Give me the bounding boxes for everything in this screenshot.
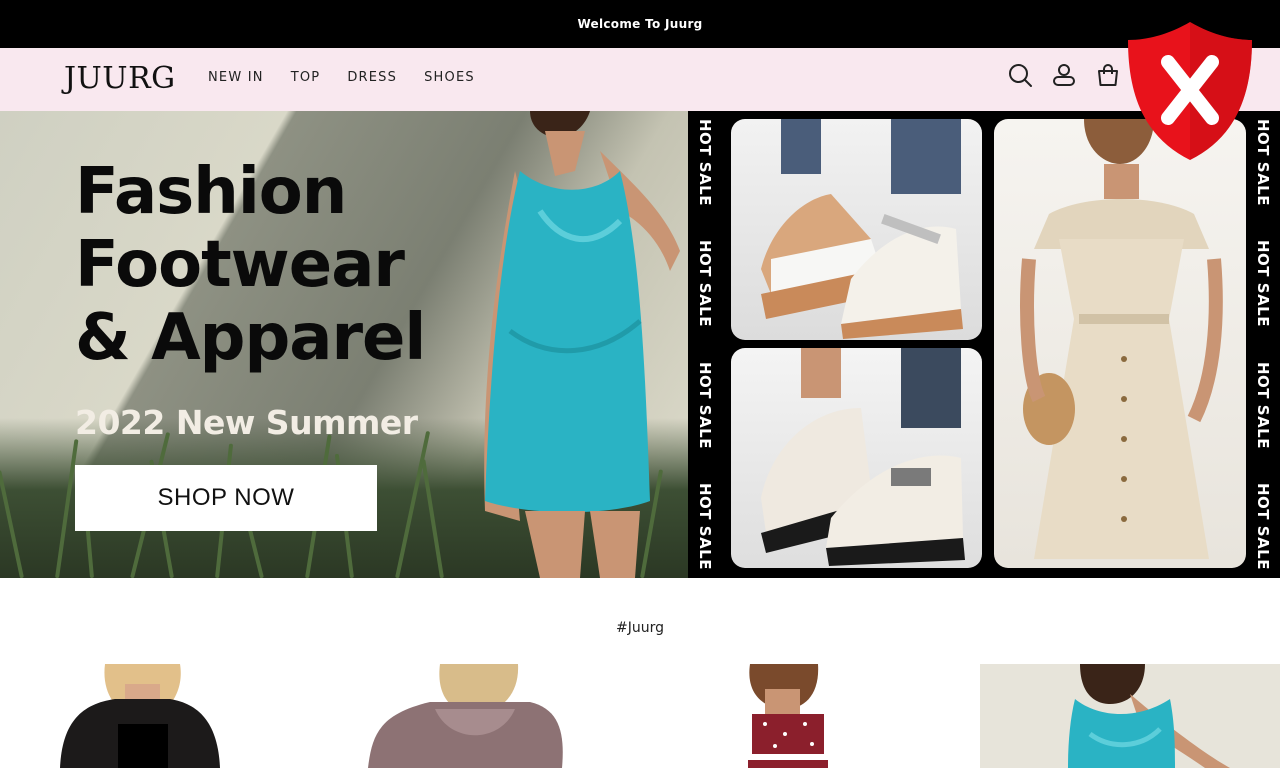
section-tag: #Juurg (615, 620, 664, 636)
hot-sale-label: HOT SALE (696, 482, 714, 570)
hot-sale-label: HOT SALE (1254, 482, 1272, 570)
hot-sale-strip-left: HOT SALE HOT SALE HOT SALE HOT SALE (688, 111, 722, 578)
announcement-text: Welcome To Juurg (577, 17, 703, 31)
hot-sale-label: HOT SALE (1254, 240, 1272, 328)
strappy-sandal-image[interactable] (731, 348, 982, 568)
hero-right-collage: HOT SALE HOT SALE HOT SALE HOT SALE HOT … (688, 111, 1280, 578)
wedge-sandal-image[interactable] (731, 119, 982, 340)
hot-sale-label: HOT SALE (696, 361, 714, 449)
main-nav: NEW IN TOP DRESS SHOES (208, 70, 475, 85)
product-card[interactable] (640, 664, 940, 768)
beige-ruffle-dress-image[interactable] (994, 119, 1246, 568)
hot-sale-label: HOT SALE (696, 240, 714, 328)
search-icon[interactable] (1007, 62, 1033, 88)
announcement-bar: Welcome To Juurg (0, 0, 1280, 48)
product-card[interactable] (0, 664, 300, 768)
product-red-polka-dot-set-image (640, 664, 940, 768)
nav-top[interactable]: TOP (291, 70, 321, 85)
nav-new-in[interactable]: NEW IN (208, 70, 264, 85)
product-card[interactable] (320, 664, 620, 768)
product-mauve-lace-top-image (320, 664, 620, 768)
site-logo[interactable]: JUURG (64, 61, 176, 96)
nav-dress[interactable]: DRESS (347, 70, 397, 85)
hero-left-image: Fashion Footwear & Apparel 2022 New Summ… (0, 111, 688, 578)
product-card[interactable] (980, 664, 1280, 768)
cart-icon[interactable] (1095, 62, 1121, 88)
shield-x-icon[interactable] (1124, 18, 1256, 164)
hot-sale-label: HOT SALE (1254, 119, 1272, 206)
hot-sale-label: HOT SALE (696, 119, 714, 206)
product-black-mesh-top-image (0, 664, 300, 768)
hot-sale-strip-right: HOT SALE HOT SALE HOT SALE HOT SALE (1246, 111, 1280, 578)
hero-title: Fashion Footwear & Apparel (75, 155, 426, 375)
hero-subtitle: 2022 New Summer (75, 403, 418, 442)
hot-sale-label: HOT SALE (1254, 361, 1272, 449)
hero-banner: Fashion Footwear & Apparel 2022 New Summ… (0, 111, 1280, 578)
nav-shoes[interactable]: SHOES (424, 70, 475, 85)
product-teal-satin-dress-image (980, 664, 1280, 768)
shop-now-button[interactable]: SHOP NOW (75, 465, 377, 531)
account-icon[interactable] (1051, 62, 1077, 88)
site-header: JUURG NEW IN TOP DRESS SHOES (0, 48, 1280, 111)
model-teal-dress-image (484, 111, 680, 578)
